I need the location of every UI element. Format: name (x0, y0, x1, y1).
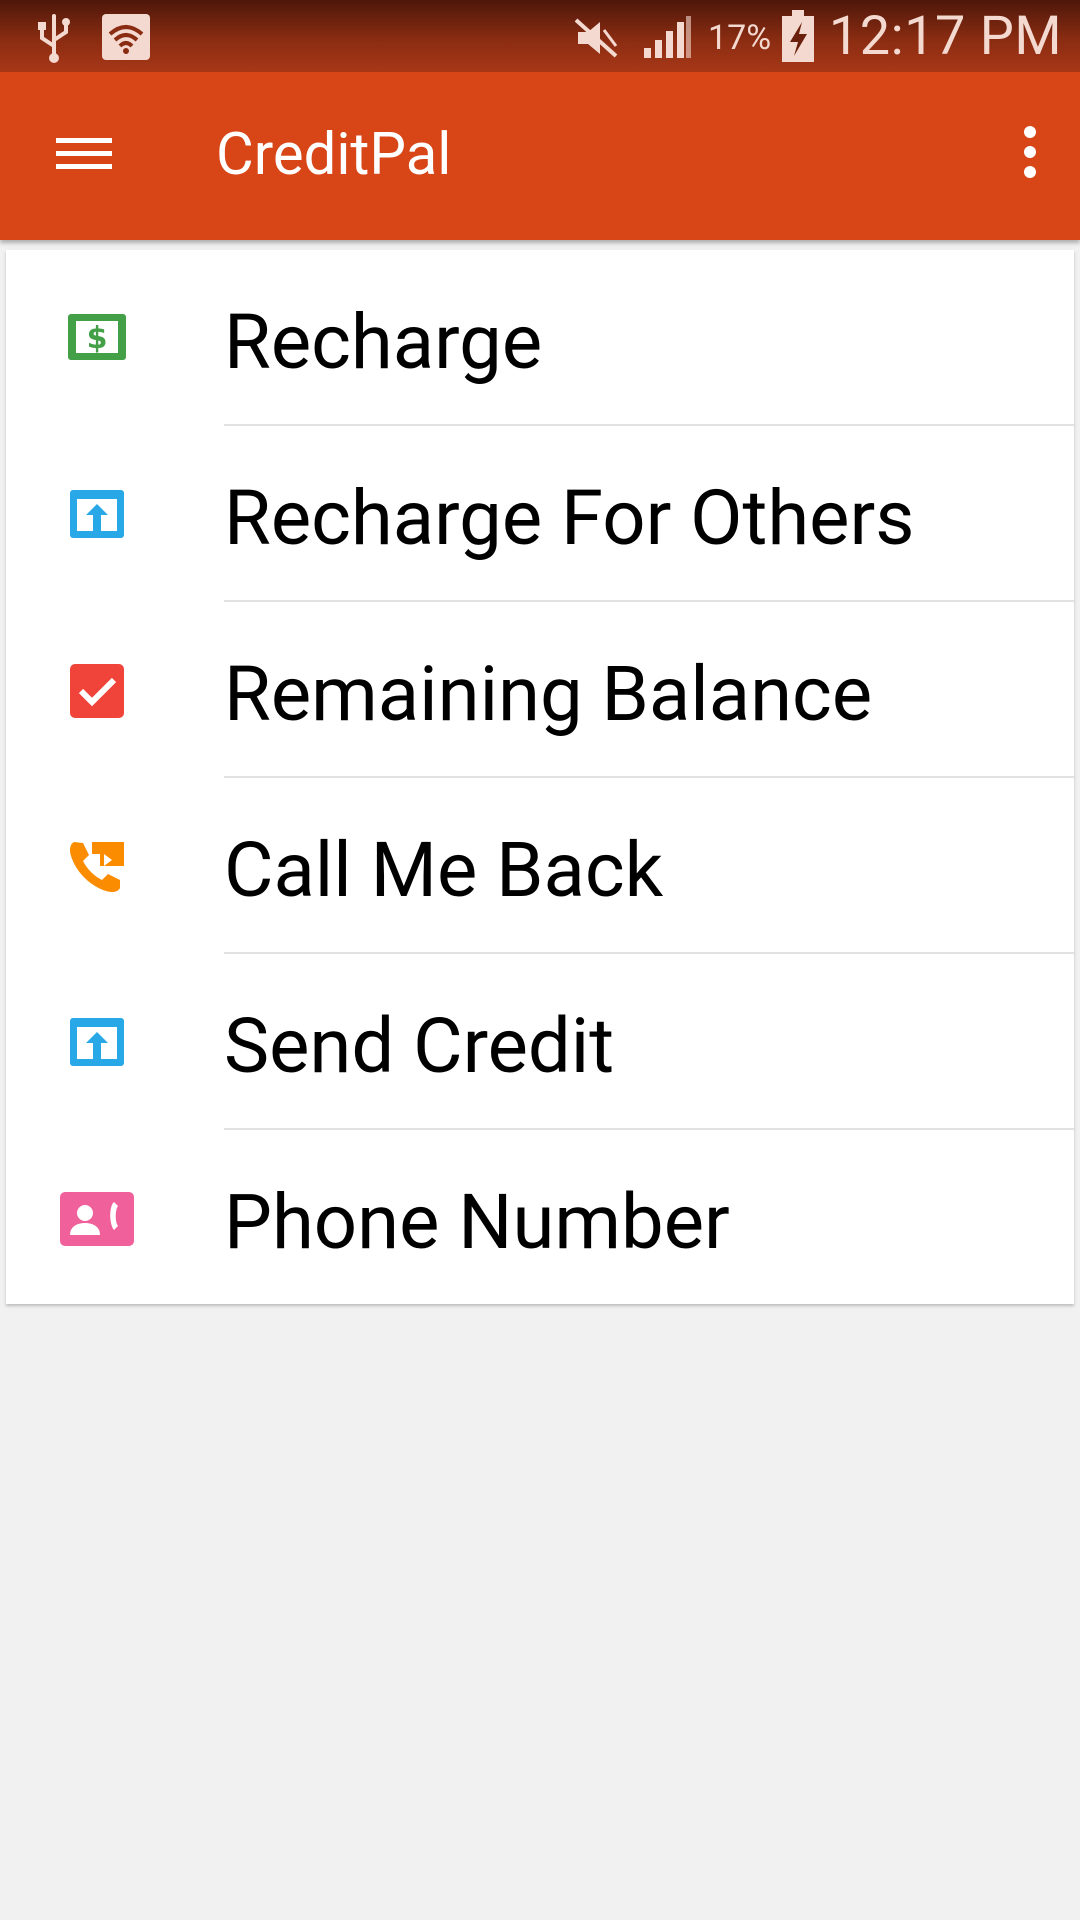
hamburger-menu-button[interactable] (40, 118, 128, 184)
menu-item-label: Send Credit (224, 1001, 615, 1091)
menu-item-recharge-for-others[interactable]: Recharge For Others (6, 426, 1074, 602)
menu-item-label: Call Me Back (224, 825, 664, 915)
hamburger-menu-icon (56, 138, 112, 169)
upload-screen-icon (52, 484, 142, 546)
app-title: CreditPal (216, 121, 452, 189)
menu-item-recharge[interactable]: $ Recharge (6, 250, 1074, 426)
contact-phone-icon (52, 1188, 142, 1250)
dollar-bill-icon: $ (52, 308, 142, 370)
menu-item-send-credit[interactable]: Send Credit (6, 954, 1074, 1130)
upload-screen-icon (52, 1012, 142, 1074)
phone-forward-icon (52, 836, 142, 898)
menu-item-remaining-balance[interactable]: Remaining Balance (6, 602, 1074, 778)
app-bar: CreditPal (0, 72, 1080, 240)
battery-percent: 17% (708, 18, 772, 58)
menu-item-label: Phone Number (224, 1177, 730, 1267)
status-bar: 17% 12:17 PM (0, 0, 1080, 72)
signal-icon (642, 14, 692, 60)
checkbox-icon (52, 660, 142, 722)
usb-icon (36, 12, 72, 64)
menu-item-call-me-back[interactable]: Call Me Back (6, 778, 1074, 954)
more-vert-icon (1024, 126, 1036, 178)
menu-item-label: Remaining Balance (224, 649, 873, 739)
status-clock: 12:17 PM (828, 5, 1062, 68)
battery-charging-icon (780, 10, 816, 64)
overflow-menu-button[interactable] (998, 112, 1062, 192)
menu-item-phone-number[interactable]: Phone Number (6, 1130, 1074, 1306)
wifi-icon (102, 14, 150, 60)
menu-item-label: Recharge For Others (224, 473, 915, 563)
menu-item-label: Recharge (224, 297, 543, 387)
menu-list: $ Recharge Recharge For Others Remaining… (6, 250, 1074, 1304)
mute-icon (572, 16, 620, 60)
svg-text:$: $ (87, 321, 108, 356)
